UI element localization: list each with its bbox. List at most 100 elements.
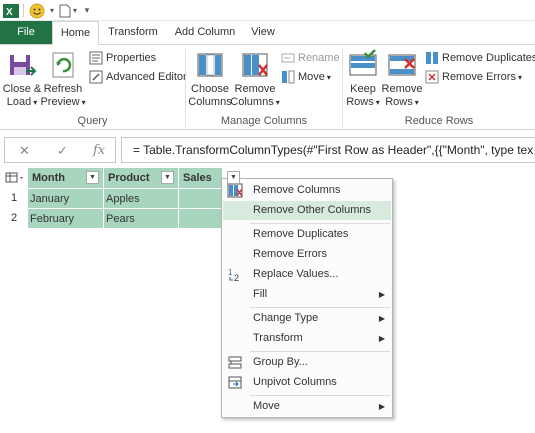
refresh-preview-button[interactable]: Refresh Preview ▾ <box>40 49 86 109</box>
remove-errors-label: Remove Errors <box>442 71 516 83</box>
remove-errors-button[interactable]: Remove Errors ▾ <box>425 68 522 86</box>
move-label: Move <box>298 71 325 83</box>
svg-text:X: X <box>6 7 13 18</box>
replace-values-icon: 12 <box>228 268 239 282</box>
menu-item-label: Replace Values... <box>253 268 339 280</box>
group-label-manage-columns: Manage Columns <box>220 115 308 127</box>
keep-rows-button[interactable]: Keep Rows ▾ <box>345 49 381 109</box>
menu-item-label: Remove Columns <box>253 184 341 196</box>
filter-dropdown-icon[interactable]: ▼ <box>161 171 174 184</box>
menu-item-label: Fill <box>253 288 268 300</box>
smiley-dropdown-icon[interactable]: ▾ <box>47 2 57 19</box>
quick-access-toolbar: X ▾ ▾ ▾ <box>0 0 535 21</box>
qat-divider <box>23 4 24 17</box>
column-header-label: Month <box>32 172 65 184</box>
tab-add-column[interactable]: Add Column <box>167 21 243 44</box>
menu-item-label: Transform <box>253 332 303 344</box>
table-cell[interactable]: Apples <box>104 188 179 208</box>
remove-columns-label: Remove Columns ▾ <box>230 83 280 108</box>
menu-separator <box>250 395 390 396</box>
remove-duplicates-icon <box>426 52 438 64</box>
remove-duplicates-label: Remove Duplicates <box>442 52 535 64</box>
remove-columns-icon <box>242 53 268 77</box>
menu-item-label: Remove Errors <box>253 248 327 260</box>
menu-item-unpivot-columns[interactable]: Unpivot Columns <box>223 373 391 392</box>
tab-transform[interactable]: Transform <box>101 21 165 44</box>
submenu-arrow-icon: ▶ <box>378 314 385 323</box>
table-menu-button[interactable] <box>0 168 28 188</box>
menu-item-label: Remove Duplicates <box>253 228 349 240</box>
menu-item-replace-values[interactable]: 12 Replace Values... <box>223 265 391 284</box>
remove-columns-button[interactable]: Remove Columns ▾ <box>230 49 280 109</box>
fx-icon[interactable]: fx <box>93 143 105 158</box>
keep-rows-label: Keep Rows ▾ <box>346 83 380 108</box>
data-grid: Month ▼ Product ▼ Sales 1 January Apples… <box>0 168 230 228</box>
advanced-editor-icon <box>89 70 103 84</box>
choose-columns-icon <box>197 53 223 77</box>
cancel-formula-icon[interactable]: ✕ <box>19 143 30 159</box>
table-cell[interactable]: February <box>28 208 104 228</box>
rename-button[interactable]: Rename <box>281 49 340 67</box>
remove-rows-label: Remove Rows ▾ <box>381 83 423 108</box>
customize-qat-icon[interactable]: ▾ <box>82 2 92 19</box>
menu-item-fill[interactable]: Fill ▶ <box>223 285 391 304</box>
choose-columns-label: Choose Columns <box>188 83 232 108</box>
column-header-sales[interactable]: Sales <box>179 168 223 188</box>
tab-view[interactable]: View <box>243 21 283 44</box>
menu-item-label: Group By... <box>253 356 308 368</box>
row-number: 1 <box>10 192 18 204</box>
menu-item-remove-other-columns[interactable]: Remove Other Columns <box>223 201 391 220</box>
new-document-icon[interactable] <box>58 2 72 19</box>
table-cell[interactable] <box>179 208 223 228</box>
menu-item-remove-errors[interactable]: Remove Errors <box>223 245 391 264</box>
remove-duplicates-button[interactable]: Remove Duplicates <box>425 49 535 67</box>
properties-icon <box>89 51 103 65</box>
table-cell[interactable]: January <box>28 188 104 208</box>
close-load-icon <box>10 55 37 76</box>
move-button[interactable]: Move ▾ <box>281 68 331 86</box>
column-header-product[interactable]: Product ▼ <box>104 168 179 188</box>
rename-label: Rename <box>298 52 340 64</box>
tab-home[interactable]: Home <box>52 21 99 45</box>
submenu-arrow-icon: ▶ <box>378 334 385 343</box>
menu-item-remove-columns[interactable]: Remove Columns <box>223 181 391 200</box>
ribbon-tabs: File Home Transform Add Column View <box>0 21 535 45</box>
menu-item-move[interactable]: Move ▶ <box>223 397 391 416</box>
column-header-label: Product <box>108 172 150 184</box>
menu-item-group-by[interactable]: Group By... <box>223 353 391 372</box>
column-header-month[interactable]: Month ▼ <box>28 168 104 188</box>
choose-columns-button[interactable]: Choose Columns <box>188 49 232 109</box>
new-document-dropdown-icon[interactable]: ▾ <box>71 2 79 19</box>
filter-dropdown-icon[interactable]: ▼ <box>227 171 240 184</box>
excel-logo-icon: X <box>2 2 20 19</box>
unpivot-icon <box>228 376 242 389</box>
tab-file[interactable]: File <box>0 21 52 44</box>
menu-item-transform[interactable]: Transform ▶ <box>223 329 391 348</box>
close-load-label: Close & Load ▾ <box>2 83 42 108</box>
menu-item-remove-duplicates[interactable]: Remove Duplicates <box>223 225 391 244</box>
column-context-menu: Remove Columns Remove Other Columns Remo… <box>221 178 393 418</box>
refresh-preview-label: Refresh Preview ▾ <box>40 83 86 108</box>
properties-button[interactable]: Properties <box>89 49 156 67</box>
table-cell[interactable]: Pears <box>104 208 179 228</box>
advanced-editor-label: Advanced Editor <box>106 71 187 83</box>
advanced-editor-button[interactable]: Advanced Editor <box>89 68 187 86</box>
close-load-button[interactable]: Close & Load ▾ <box>2 49 42 109</box>
table-cell[interactable] <box>179 188 223 208</box>
rename-icon <box>281 53 295 63</box>
group-label-query: Query <box>77 115 108 127</box>
ribbon: Close & Load ▾ Refresh Preview ▾ Propertie… <box>0 44 535 130</box>
svg-text:1: 1 <box>228 268 233 277</box>
confirm-formula-icon[interactable]: ✓ <box>57 143 68 159</box>
menu-item-change-type[interactable]: Change Type ▶ <box>223 309 391 328</box>
filter-dropdown-icon[interactable]: ▼ <box>86 171 99 184</box>
row-number: 2 <box>10 212 18 224</box>
svg-text:2: 2 <box>234 273 239 282</box>
group-by-icon <box>228 356 242 369</box>
menu-item-label: Unpivot Columns <box>253 376 337 388</box>
menu-separator <box>250 223 390 224</box>
smiley-icon[interactable] <box>27 2 47 19</box>
remove-rows-button[interactable]: Remove Rows ▾ <box>382 49 422 109</box>
remove-rows-icon <box>388 54 416 76</box>
refresh-icon <box>52 52 74 78</box>
